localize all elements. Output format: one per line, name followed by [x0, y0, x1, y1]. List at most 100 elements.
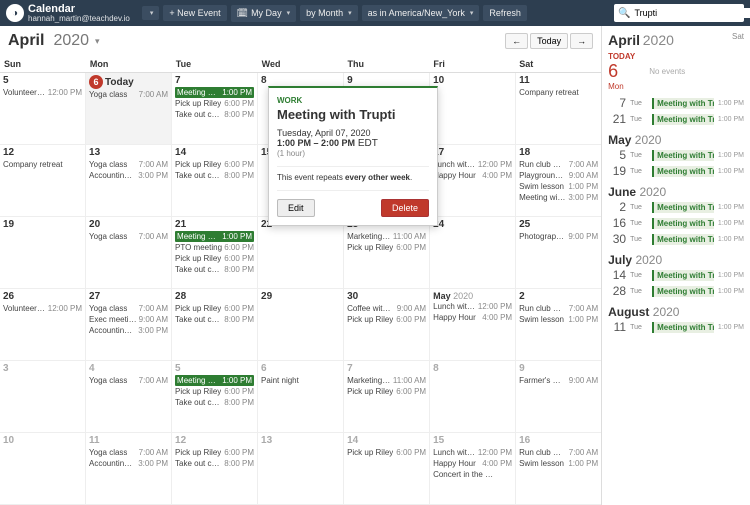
event-item[interactable]: Meeting with C…3:00 PM: [519, 192, 598, 203]
event-item[interactable]: Accounting call3:00 PM: [89, 458, 168, 469]
event-item[interactable]: Yoga class7:00 AM: [89, 375, 168, 386]
chevron-down-icon[interactable]: ▾: [95, 36, 100, 47]
event-item[interactable]: Marketing call11:00 AM: [347, 231, 426, 242]
event-item[interactable]: PTO meeting6:00 PM: [175, 242, 254, 253]
event-item[interactable]: Company retreat: [519, 87, 598, 98]
day-cell[interactable]: 7Meeting with Tr…1:00 PMPick up Riley6:0…: [172, 73, 258, 144]
event-item[interactable]: Swim lesson1:00 PM: [519, 314, 598, 325]
event-item[interactable]: Pick up Riley6:00 PM: [175, 447, 254, 458]
event-item[interactable]: Happy Hour4:00 PM: [433, 312, 512, 323]
day-cell[interactable]: 11Yoga class7:00 AMAccounting call3:00 P…: [86, 433, 172, 504]
event-item[interactable]: Run club meet …7:00 AM: [519, 303, 598, 314]
agenda-row[interactable]: 7TueMeeting with Trupti1:00 PM: [608, 95, 744, 111]
event-item[interactable]: Pick up Riley6:00 PM: [347, 242, 426, 253]
next-month-button[interactable]: →: [570, 33, 593, 49]
day-cell[interactable]: 6Paint night: [258, 361, 344, 432]
day-cell[interactable]: 29: [258, 289, 344, 360]
event-item[interactable]: Happy Hour4:00 PM: [433, 458, 512, 469]
event-item[interactable]: Meeting with Tr…1:00 PM: [175, 375, 254, 386]
agenda-row[interactable]: 16TueMeeting with Trupti1:00 PM: [608, 215, 744, 231]
day-cell[interactable]: 8: [430, 361, 516, 432]
event-item[interactable]: Take out comp…8:00 PM: [175, 109, 254, 120]
event-item[interactable]: Take out comp…8:00 PM: [175, 264, 254, 275]
event-item[interactable]: Playground pla…9:00 AM: [519, 170, 598, 181]
day-cell[interactable]: 16Run club meet …7:00 AMSwim lesson1:00 …: [516, 433, 601, 504]
day-cell[interactable]: 6 TodayYoga class7:00 AM: [86, 73, 172, 144]
day-cell[interactable]: 20Yoga class7:00 AM: [86, 217, 172, 288]
day-cell[interactable]: 10: [0, 433, 86, 504]
day-cell[interactable]: 21Meeting with Tr…1:00 PMPTO meeting6:00…: [172, 217, 258, 288]
day-cell[interactable]: 3: [0, 361, 86, 432]
event-item[interactable]: Lunch with M…12:00 PM: [433, 301, 512, 312]
agenda-row[interactable]: 5TueMeeting with Trupti1:00 PM: [608, 147, 744, 163]
new-event-button[interactable]: + New Event: [163, 5, 226, 21]
day-cell[interactable]: 13: [258, 433, 344, 504]
day-cell[interactable]: 9Farmer's market9:00 AM: [516, 361, 601, 432]
day-cell[interactable]: 30Coffee with Ni…9:00 AMPick up Riley6:0…: [344, 289, 430, 360]
timezone-menu[interactable]: as in America/New_York: [362, 5, 480, 21]
day-cell[interactable]: 24: [430, 217, 516, 288]
day-cell[interactable]: 4Yoga class7:00 AM: [86, 361, 172, 432]
refresh-button[interactable]: Refresh: [483, 5, 527, 21]
view-by-menu[interactable]: by Month: [300, 5, 358, 21]
day-cell[interactable]: 12Pick up Riley6:00 PMTake out comp…8:00…: [172, 433, 258, 504]
event-item[interactable]: Volunteering …12:00 PM: [3, 87, 82, 98]
event-item[interactable]: Accounting call3:00 PM: [89, 170, 168, 181]
event-item[interactable]: Happy Hour4:00 PM: [433, 170, 512, 181]
search-input[interactable]: [634, 8, 750, 18]
day-cell[interactable]: 19: [0, 217, 86, 288]
day-cell[interactable]: 15Lunch with M…12:00 PMHappy Hour4:00 PM…: [430, 433, 516, 504]
event-item[interactable]: Pick up Riley6:00 PM: [175, 386, 254, 397]
event-item[interactable]: Photography …9:00 PM: [519, 231, 598, 242]
day-cell[interactable]: 11Company retreat: [516, 73, 601, 144]
day-cell[interactable]: 23Marketing call11:00 AMPick up Riley6:0…: [344, 217, 430, 288]
event-item[interactable]: Volunteering …12:00 PM: [3, 303, 82, 314]
event-item[interactable]: Yoga class7:00 AM: [89, 231, 168, 242]
event-item[interactable]: Company retreat: [3, 159, 82, 170]
day-cell[interactable]: 14Pick up Riley6:00 PMTake out comp…8:00…: [172, 145, 258, 216]
event-item[interactable]: Pick up Riley6:00 PM: [175, 303, 254, 314]
day-cell[interactable]: 5Meeting with Tr…1:00 PMPick up Riley6:0…: [172, 361, 258, 432]
day-cell[interactable]: 10: [430, 73, 516, 144]
event-item[interactable]: Pick up Riley6:00 PM: [175, 98, 254, 109]
day-cell[interactable]: 18Run club meet …7:00 AMPlayground pla…9…: [516, 145, 601, 216]
prev-month-button[interactable]: ←: [505, 33, 528, 49]
event-item[interactable]: Run club meet …7:00 AM: [519, 447, 598, 458]
day-cell[interactable]: 22: [258, 217, 344, 288]
day-cell[interactable]: 14Pick up Riley6:00 PM: [344, 433, 430, 504]
delete-button[interactable]: Delete: [381, 199, 429, 217]
event-item[interactable]: Swim lesson1:00 PM: [519, 458, 598, 469]
day-cell[interactable]: 27Yoga class7:00 AMExec meeting9:00 AMAc…: [86, 289, 172, 360]
event-item[interactable]: Yoga class7:00 AM: [89, 89, 168, 100]
account-menu[interactable]: [142, 6, 160, 20]
agenda-row[interactable]: 21TueMeeting with Trupti1:00 PM: [608, 111, 744, 127]
event-item[interactable]: Take out comp…8:00 PM: [175, 170, 254, 181]
event-item[interactable]: Run club meet …7:00 AM: [519, 159, 598, 170]
event-item[interactable]: Pick up Riley6:00 PM: [175, 253, 254, 264]
event-item[interactable]: Yoga class7:00 AM: [89, 303, 168, 314]
agenda-row[interactable]: 28TueMeeting with Trupti1:00 PM: [608, 283, 744, 299]
my-day-menu[interactable]: 🗓My Day: [231, 5, 296, 22]
day-cell[interactable]: 2Run club meet …7:00 AMSwim lesson1:00 P…: [516, 289, 601, 360]
event-item[interactable]: Accounting call3:00 PM: [89, 325, 168, 336]
day-cell[interactable]: 17Lunch with M…12:00 PMHappy Hour4:00 PM: [430, 145, 516, 216]
edit-button[interactable]: Edit: [277, 199, 315, 217]
agenda-row[interactable]: 14TueMeeting with Trupti1:00 PM: [608, 267, 744, 283]
event-item[interactable]: Pick up Riley6:00 PM: [347, 386, 426, 397]
event-item[interactable]: Take out comp…8:00 PM: [175, 314, 254, 325]
agenda-row[interactable]: 11TueMeeting with Trupti1:00 PM: [608, 319, 744, 335]
event-item[interactable]: Swim lesson1:00 PM: [519, 181, 598, 192]
event-item[interactable]: Marketing call11:00 AM: [347, 375, 426, 386]
event-item[interactable]: Yoga class7:00 AM: [89, 159, 168, 170]
event-item[interactable]: Pick up Riley6:00 PM: [347, 447, 426, 458]
day-cell[interactable]: May 2020Lunch with M…12:00 PMHappy Hour4…: [430, 289, 516, 360]
event-item[interactable]: Exec meeting9:00 AM: [89, 314, 168, 325]
agenda-row[interactable]: 30TueMeeting with Trupti1:00 PM: [608, 231, 744, 247]
event-item[interactable]: Lunch with M…12:00 PM: [433, 159, 512, 170]
event-item[interactable]: Paint night: [261, 375, 340, 386]
today-button[interactable]: Today: [530, 33, 568, 49]
event-item[interactable]: Take out comp…8:00 PM: [175, 458, 254, 469]
agenda-row[interactable]: 2TueMeeting with Trupti1:00 PM: [608, 199, 744, 215]
event-item[interactable]: Meeting with Tr…1:00 PM: [175, 87, 254, 98]
event-item[interactable]: Concert in the …: [433, 469, 512, 480]
